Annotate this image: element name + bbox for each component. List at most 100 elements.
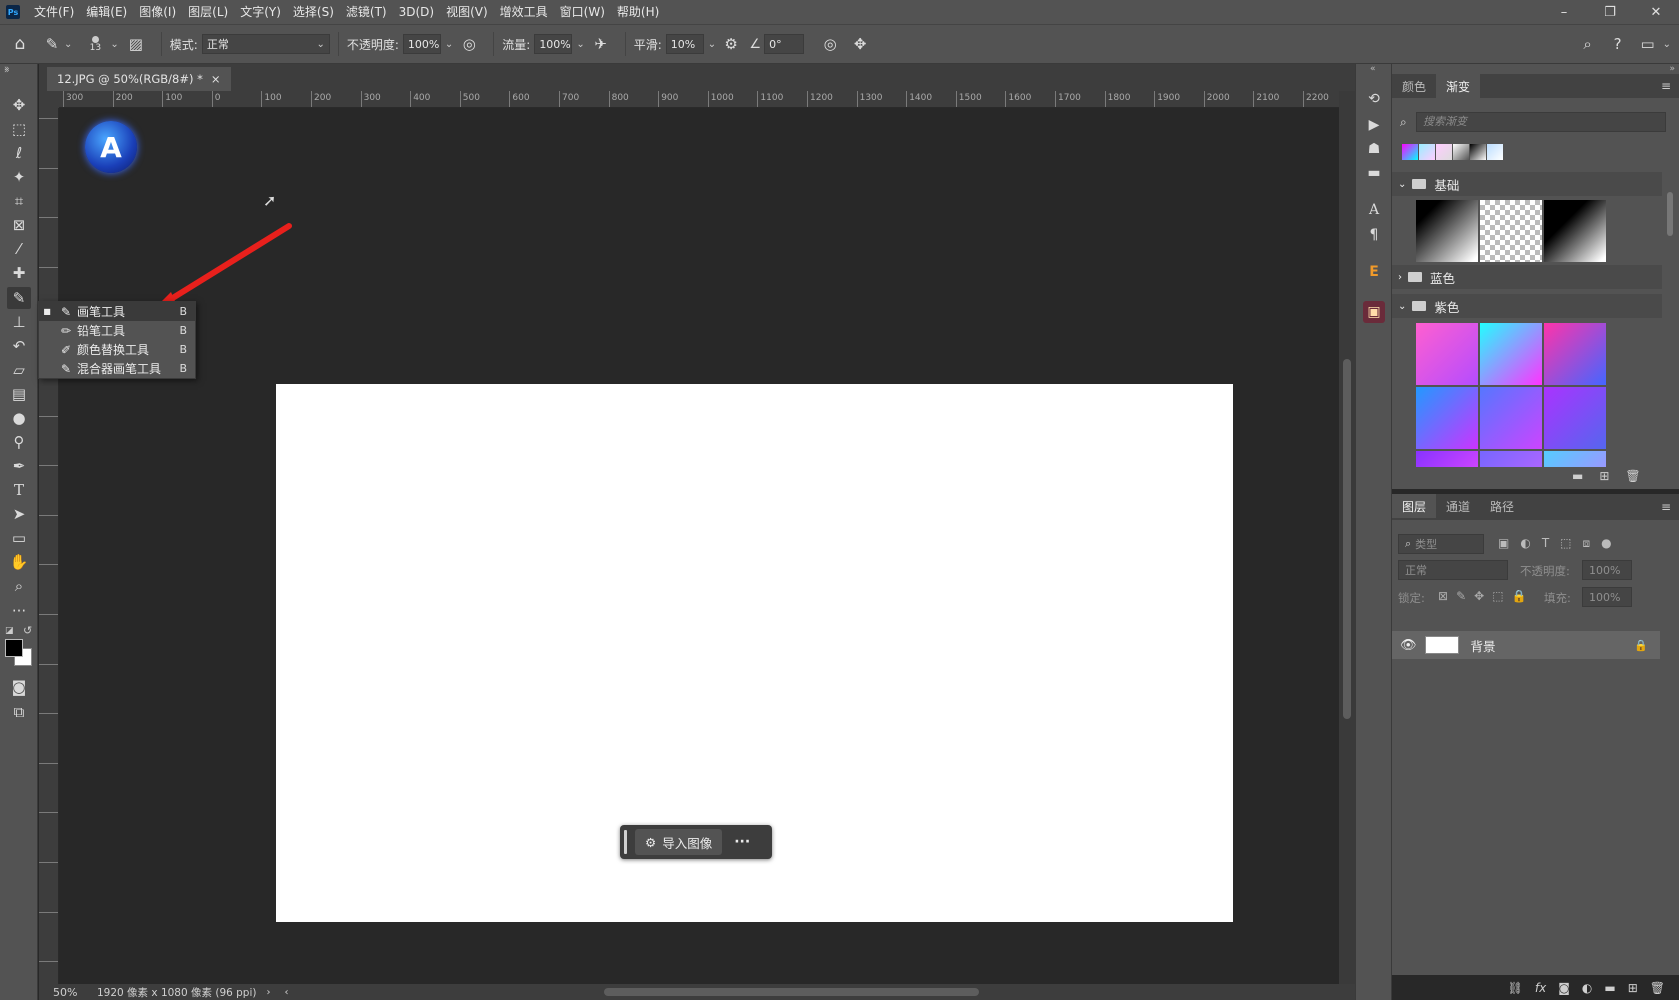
- trash-icon[interactable]: 🗑: [1625, 469, 1640, 483]
- foreground-color-swatch[interactable]: [5, 639, 23, 657]
- layer-row-background[interactable]: 👁 背景 🔒: [1392, 631, 1660, 659]
- flyout-item-color-replace[interactable]: ✐ 颜色替换工具 B: [39, 340, 195, 359]
- gradient-group-purple[interactable]: ⌄ 紫色: [1392, 294, 1662, 318]
- screen-mode-icon[interactable]: ⧉: [7, 701, 31, 723]
- gradient-group-blue[interactable]: › 蓝色: [1392, 265, 1662, 289]
- magic-wand-icon[interactable]: ✦: [7, 166, 31, 188]
- more-options-icon[interactable]: ···: [734, 834, 750, 850]
- brush-settings-panel-icon[interactable]: ▨: [119, 35, 153, 53]
- zoom-level[interactable]: 50%: [53, 986, 89, 999]
- close-tab-icon[interactable]: ×: [211, 72, 221, 86]
- expand-icon[interactable]: »: [4, 64, 10, 74]
- menu-view[interactable]: 视图(V): [440, 0, 494, 24]
- gradient-swatch[interactable]: [1480, 200, 1542, 262]
- lock-artboard-icon[interactable]: ⬚: [1492, 589, 1503, 603]
- dodge-tool-icon[interactable]: ⚲: [7, 431, 31, 453]
- extension-e-icon[interactable]: E: [1363, 261, 1385, 283]
- new-layer-icon[interactable]: ⊞: [1628, 981, 1638, 995]
- blur-tool-icon[interactable]: ●: [7, 407, 31, 429]
- home-icon[interactable]: ⌂: [0, 34, 40, 54]
- crop-tool-icon[interactable]: ⌗: [7, 190, 31, 212]
- panel-menu-icon[interactable]: ≡: [1661, 494, 1671, 520]
- menu-type[interactable]: 文字(Y): [234, 0, 287, 24]
- gradients-scroll-thumb[interactable]: [1667, 192, 1673, 236]
- chevron-down-icon[interactable]: ⌄: [576, 39, 584, 50]
- filter-adjustment-icon[interactable]: ◐: [1520, 536, 1530, 551]
- filter-pixel-icon[interactable]: ▣: [1498, 536, 1509, 551]
- tab-channels[interactable]: 通道: [1436, 494, 1480, 518]
- gradient-tool-icon[interactable]: ▤: [7, 383, 31, 405]
- menu-help[interactable]: 帮助(H): [611, 0, 665, 24]
- brush-preset-icon[interactable]: ✎: [40, 35, 64, 53]
- filter-type-icon[interactable]: T: [1542, 536, 1549, 551]
- actions-play-icon[interactable]: ▶: [1363, 114, 1385, 136]
- collapse-icon[interactable]: «: [1370, 64, 1376, 74]
- quick-mask-icon[interactable]: ◙: [7, 676, 31, 698]
- import-image-button[interactable]: ⚙ 导入图像: [635, 829, 723, 855]
- angle-input[interactable]: 0°: [764, 34, 805, 54]
- link-layers-icon[interactable]: ⛓: [1508, 981, 1523, 995]
- filter-smart-object-icon[interactable]: ⧈: [1583, 536, 1591, 551]
- gradient-swatch[interactable]: [1416, 323, 1478, 385]
- rectangle-tool-icon[interactable]: ▭: [7, 527, 31, 549]
- scroll-left-icon[interactable]: ‹: [284, 987, 288, 998]
- search-icon[interactable]: ⌕: [1573, 35, 1603, 53]
- chevron-down-icon[interactable]: ⌄: [64, 39, 72, 50]
- fx-icon[interactable]: fx: [1535, 981, 1546, 995]
- eyedropper-icon[interactable]: ⁄: [7, 238, 31, 260]
- comments-icon[interactable]: ▬: [1363, 162, 1385, 184]
- recent-gradient-swatch[interactable]: [1487, 144, 1503, 160]
- new-gradient-icon[interactable]: ⊞: [1599, 469, 1609, 483]
- gradient-swatch[interactable]: [1416, 387, 1478, 449]
- gradient-swatch[interactable]: [1544, 200, 1606, 262]
- filter-toggle-icon[interactable]: ●: [1601, 536, 1611, 551]
- extension-plugin-icon[interactable]: ▣: [1363, 301, 1385, 323]
- restore-button[interactable]: ❐: [1587, 0, 1633, 24]
- pressure-size-icon[interactable]: ◎: [812, 35, 848, 53]
- horizontal-scroll-thumb[interactable]: [604, 988, 979, 996]
- brush-size-picker[interactable]: 13: [80, 29, 110, 59]
- brush-tool-icon[interactable]: ✎: [7, 287, 31, 309]
- menu-layer[interactable]: 图层(L): [182, 0, 234, 24]
- healing-brush-icon[interactable]: ✚: [7, 262, 31, 284]
- opacity-input[interactable]: 100%: [402, 34, 441, 54]
- gradients-scrollbar[interactable]: [1665, 172, 1675, 472]
- recent-gradient-swatch[interactable]: [1453, 144, 1469, 160]
- stamp-tool-icon[interactable]: ⊥: [7, 311, 31, 333]
- type-tool-icon[interactable]: T: [7, 479, 31, 501]
- gradient-swatch[interactable]: [1544, 323, 1606, 385]
- eraser-icon[interactable]: ▱: [7, 359, 31, 381]
- chevron-down-icon[interactable]: ⌄: [708, 39, 716, 50]
- lock-all-icon[interactable]: 🔒: [1512, 589, 1527, 603]
- recent-gradient-swatch[interactable]: [1470, 144, 1486, 160]
- gradient-search-input[interactable]: 搜索渐变: [1416, 112, 1666, 132]
- layer-opacity-input[interactable]: 100%: [1582, 560, 1632, 580]
- chevron-down-icon[interactable]: ⌄: [445, 39, 453, 50]
- hand-tool-icon[interactable]: ✋: [7, 551, 31, 573]
- menu-edit[interactable]: 编辑(E): [80, 0, 133, 24]
- swap-colors-icon[interactable]: ↺: [23, 624, 32, 637]
- paragraph-icon[interactable]: ¶: [1363, 224, 1385, 246]
- symmetry-icon[interactable]: ✥: [848, 35, 872, 53]
- menu-image[interactable]: 图像(I): [133, 0, 182, 24]
- default-colors-icon[interactable]: ◪: [5, 626, 14, 636]
- frame-tool-icon[interactable]: ⊠: [7, 214, 31, 236]
- gradient-swatch[interactable]: [1416, 451, 1478, 467]
- zoom-tool-icon[interactable]: ⌕: [7, 575, 31, 597]
- plugins-icon[interactable]: ☗: [1363, 138, 1385, 160]
- history-brush-icon[interactable]: ↶: [7, 335, 31, 357]
- lock-transparency-icon[interactable]: ⊠: [1438, 589, 1448, 603]
- chevron-down-icon[interactable]: ⌄: [1663, 39, 1671, 50]
- menu-file[interactable]: 文件(F): [28, 0, 80, 24]
- gradient-swatch[interactable]: [1480, 387, 1542, 449]
- tab-layers[interactable]: 图层: [1392, 494, 1437, 518]
- pressure-opacity-icon[interactable]: ◎: [453, 35, 485, 53]
- flow-input[interactable]: 100%: [534, 34, 573, 54]
- vertical-ruler[interactable]: [39, 108, 59, 984]
- vertical-scrollbar[interactable]: [1339, 91, 1355, 984]
- path-selection-icon[interactable]: ➤: [7, 503, 31, 525]
- vertical-scroll-thumb[interactable]: [1343, 359, 1351, 719]
- more-tools-icon[interactable]: ···: [7, 600, 31, 622]
- horizontal-ruler[interactable]: 300 200 100 0 100 200 300 400 500 600 700 800 900 100…: [59, 91, 1355, 108]
- drag-handle[interactable]: [624, 830, 627, 854]
